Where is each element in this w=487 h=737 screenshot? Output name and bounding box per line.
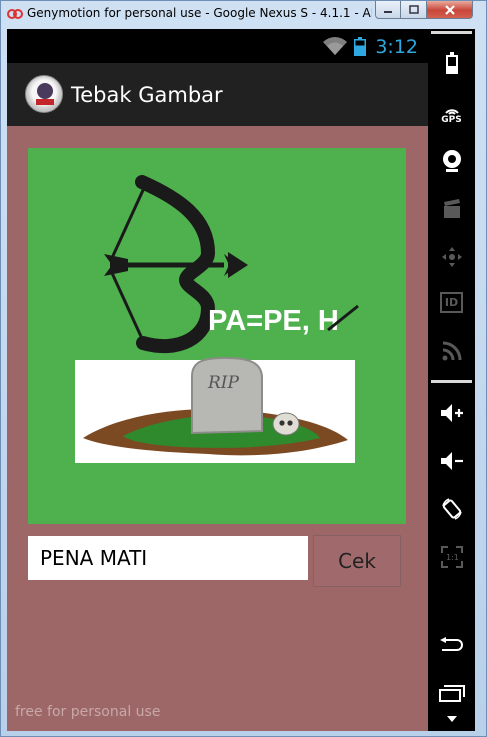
app-logo-art	[36, 83, 54, 105]
minimize-button[interactable]	[375, 1, 401, 19]
sidebar-separator	[431, 31, 472, 34]
clapperboard-icon	[443, 198, 460, 218]
battery-control-button[interactable]	[436, 47, 467, 78]
camera-button[interactable]	[436, 145, 467, 176]
genymotion-logo-icon	[7, 9, 23, 19]
battery-icon	[354, 37, 366, 56]
volume-up-button[interactable]	[436, 397, 467, 428]
window-title: Genymotion for personal use - Google Nex…	[27, 6, 372, 20]
close-icon	[444, 4, 455, 15]
rotate-button[interactable]	[436, 493, 467, 524]
app-title: Tebak Gambar	[71, 83, 223, 107]
recent-apps-icon	[438, 684, 465, 702]
volume-down-button[interactable]	[436, 445, 467, 476]
puzzle-illustration: PA=PE, H RIP	[75, 175, 359, 463]
gps-label: GPS	[441, 114, 462, 125]
hint-prefix: PA=PE,	[208, 305, 318, 337]
back-arrow-icon	[439, 636, 463, 651]
svg-text:1:1: 1:1	[446, 553, 459, 562]
rss-icon	[442, 341, 461, 360]
network-button[interactable]	[436, 335, 467, 366]
recent-apps-button[interactable]	[436, 677, 467, 708]
window-titlebar[interactable]: Genymotion for personal use - Google Nex…	[1, 1, 486, 27]
tombstone-text: RIP	[207, 373, 240, 393]
volume-up-icon	[440, 403, 463, 422]
wifi-icon	[323, 37, 347, 55]
pixel-perfect-button[interactable]: 1:1	[436, 541, 467, 572]
sidebar-separator	[431, 380, 472, 383]
maximize-icon	[408, 4, 419, 14]
hint-struck: H	[318, 305, 339, 337]
minimize-icon	[384, 10, 392, 13]
grave-picture: RIP	[75, 356, 355, 463]
webcam-icon	[442, 149, 461, 172]
volume-down-icon	[440, 451, 463, 470]
puzzle-hint-text: PA=PE, H	[208, 305, 339, 337]
cek-button[interactable]: Cek	[313, 535, 401, 587]
watermark-text: free for personal use	[15, 704, 161, 720]
close-button[interactable]	[427, 1, 473, 19]
back-button[interactable]	[436, 629, 467, 660]
scroll-down-button[interactable]	[436, 709, 467, 729]
screencast-button[interactable]	[436, 193, 467, 224]
dpad-button[interactable]	[436, 241, 467, 272]
chevron-down-icon	[446, 716, 457, 722]
dpad-icon	[441, 246, 462, 267]
device-id-button[interactable]: ID	[436, 287, 467, 318]
android-screen: 3:12 Tebak Gambar PA=PE, H RIP PENA MATI…	[7, 29, 428, 731]
gps-button[interactable]: GPS	[436, 99, 467, 130]
app-logo-icon[interactable]	[25, 75, 63, 113]
scale-icon: 1:1	[440, 545, 463, 568]
id-icon: ID	[439, 292, 464, 313]
puzzle-image: PA=PE, H RIP	[28, 148, 406, 524]
status-clock: 3:12	[375, 36, 418, 58]
battery-icon	[445, 51, 458, 74]
emulator-window: Genymotion for personal use - Google Nex…	[0, 0, 487, 737]
answer-input[interactable]	[28, 536, 308, 580]
status-bar: 3:12	[7, 29, 428, 63]
maximize-button[interactable]	[401, 1, 427, 19]
emulator-sidebar: GPS ID 1:1	[428, 29, 475, 731]
gps-signal-icon	[444, 108, 459, 115]
rotate-icon	[441, 497, 462, 520]
main-content: PA=PE, H RIP PENA MATI Cek free for pers…	[7, 126, 428, 731]
action-bar: Tebak Gambar	[7, 63, 428, 126]
